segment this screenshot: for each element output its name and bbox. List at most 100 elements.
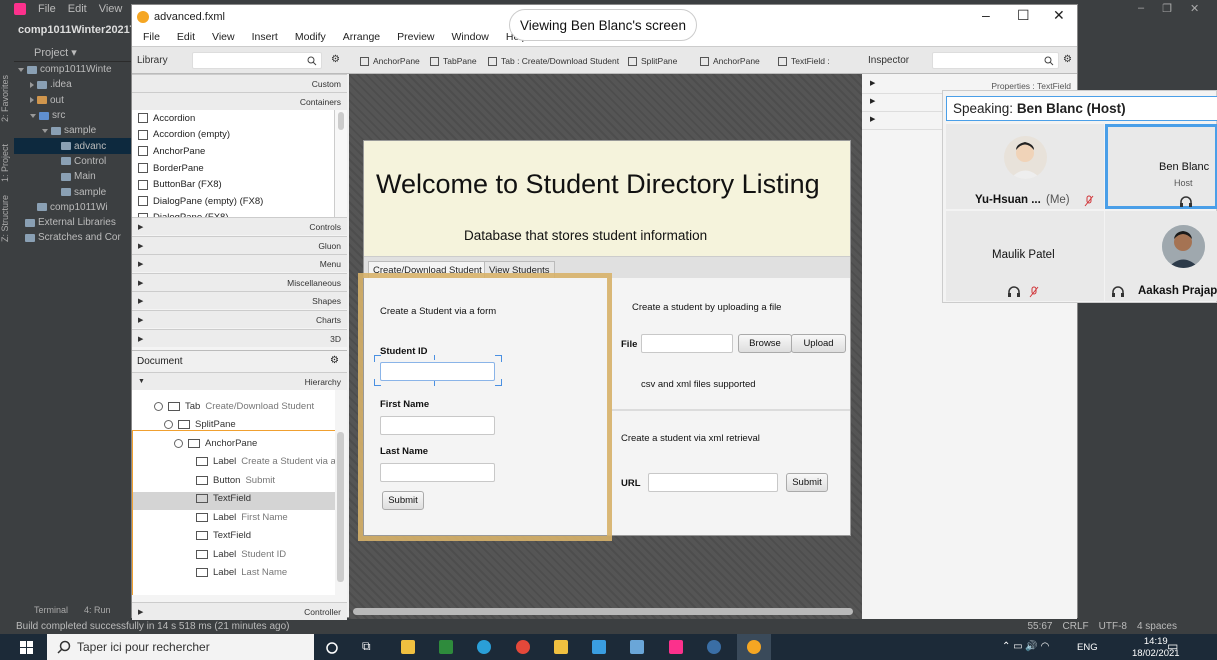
scenebuilder-taskbar-active[interactable]: [737, 634, 771, 660]
status-encoding[interactable]: UTF-8: [1099, 621, 1127, 632]
hierarchy-node[interactable]: Label Student ID: [196, 545, 286, 563]
url-label[interactable]: URL: [621, 478, 641, 489]
hierarchy-node[interactable]: TextField: [196, 490, 256, 508]
breadcrumb-item[interactable]: TabPane: [430, 56, 477, 66]
breadcrumb-item[interactable]: AnchorPane: [360, 56, 420, 66]
library-item[interactable]: AnchorPane: [132, 143, 334, 160]
library-section-custom[interactable]: Custom: [132, 74, 347, 92]
chevron-right-icon[interactable]: [30, 81, 34, 88]
project-tree-item[interactable]: Scratches and Cor: [14, 230, 131, 245]
intellij-icon[interactable]: [669, 640, 683, 654]
project-header[interactable]: Project ▾: [14, 42, 131, 62]
collapse-icon[interactable]: [154, 401, 163, 411]
stage-preview[interactable]: Welcome to Student Directory Listing Dat…: [358, 140, 851, 541]
breadcrumb-item[interactable]: AnchorPane: [700, 56, 760, 66]
chevron-down-icon[interactable]: [30, 113, 36, 118]
collapse-icon[interactable]: [164, 420, 173, 429]
library-item[interactable]: ButtonBar (FX8): [132, 176, 334, 193]
page-subtitle[interactable]: Database that stores student information: [464, 228, 707, 243]
hierarchy-node[interactable]: Label Last Name: [196, 564, 287, 582]
hierarchy-node[interactable]: SplitPane: [164, 416, 241, 434]
menu-arrange[interactable]: Arrange: [343, 31, 380, 46]
library-section-miscellaneous[interactable]: ▶ Miscellaneous: [132, 272, 347, 291]
project-tree-item[interactable]: .idea: [14, 77, 131, 92]
participant-tile[interactable]: Yu-Hsuan ... (Me): [946, 124, 1104, 209]
side-tab-favorites[interactable]: 2: Favorites: [0, 75, 10, 122]
side-tab-project[interactable]: 1: Project: [0, 144, 10, 182]
participant-tile-active-speaker[interactable]: Ben Blanc Host: [1105, 124, 1217, 209]
url-field[interactable]: [648, 473, 778, 492]
library-section-controls[interactable]: ▶ Controls: [132, 217, 347, 235]
participant-tile[interactable]: Aakash Prajapa: [1105, 211, 1217, 301]
status-caret-position[interactable]: 55:67: [1027, 621, 1052, 632]
library-item[interactable]: BorderPane: [132, 160, 334, 177]
menu-edit[interactable]: Edit: [177, 31, 195, 46]
canvas-hscrollbar[interactable]: [353, 608, 853, 615]
system-tray-icons[interactable]: ⌃ ▭ 🔊 ◠: [1002, 641, 1049, 652]
maximize-icon[interactable]: ☐: [1017, 7, 1030, 24]
upload-pane[interactable]: Create a student by uploading a file Fil…: [612, 278, 850, 535]
ide-menu-file[interactable]: File: [38, 3, 56, 15]
library-section-gluon[interactable]: ▶ Gluon: [132, 235, 347, 254]
hierarchy-section[interactable]: ▼ Hierarchy: [132, 372, 347, 390]
gear-icon[interactable]: ⚙: [330, 355, 339, 366]
library-item[interactable]: DialogPane (FX8): [132, 210, 334, 217]
language-indicator[interactable]: ENG: [1077, 642, 1098, 653]
browse-button[interactable]: Browse: [738, 334, 792, 353]
library-scrollbar[interactable]: [335, 110, 347, 217]
page-title[interactable]: Welcome to Student Directory Listing: [376, 169, 820, 200]
library-item[interactable]: Accordion: [132, 110, 334, 127]
menu-view[interactable]: View: [212, 31, 235, 46]
file-label[interactable]: File: [621, 339, 637, 350]
close-icon[interactable]: ✕: [1053, 7, 1065, 24]
windows-start-icon[interactable]: [20, 641, 33, 654]
app-icon[interactable]: [630, 640, 644, 654]
minimize-icon[interactable]: –: [1138, 2, 1144, 18]
chevron-down-icon[interactable]: [18, 67, 24, 72]
supported-formats-label[interactable]: csv and xml files supported: [641, 379, 756, 390]
task-view-icon[interactable]: ⧉: [362, 639, 371, 654]
project-tree-item[interactable]: sample: [14, 184, 131, 199]
file-explorer-icon[interactable]: [554, 640, 568, 654]
hierarchy-node[interactable]: Label Create a Student via a: [196, 453, 335, 471]
library-section-menu[interactable]: ▶ Menu: [132, 254, 347, 273]
inspector-search-input[interactable]: [932, 52, 1059, 69]
status-line-separator[interactable]: CRLF: [1063, 621, 1089, 632]
chevron-down-icon[interactable]: [42, 128, 48, 133]
xml-intro-label[interactable]: Create a student via xml retrieval: [621, 433, 760, 444]
side-tab-structure[interactable]: Z: Structure: [0, 195, 10, 242]
gear-icon[interactable]: ⚙: [1063, 54, 1072, 65]
edge-icon[interactable]: [477, 640, 491, 654]
menu-insert[interactable]: Insert: [252, 31, 278, 46]
project-tree-item[interactable]: Control: [14, 154, 131, 169]
gear-icon[interactable]: ⚙: [331, 54, 340, 65]
notification-icon[interactable]: ▭: [1167, 639, 1178, 653]
vertical-split-divider[interactable]: [612, 409, 850, 411]
project-tree-item[interactable]: out: [14, 93, 131, 108]
hierarchy-node[interactable]: Tab Create/Download Student: [154, 397, 314, 415]
status-indent[interactable]: 4 spaces: [1137, 621, 1177, 632]
project-tree-item[interactable]: advanc: [14, 138, 131, 154]
breadcrumb-item[interactable]: TextField :: [778, 56, 830, 66]
breadcrumb-item[interactable]: SplitPane: [628, 56, 677, 66]
library-section-3d[interactable]: ▶ 3D: [132, 328, 347, 347]
close-icon[interactable]: ✕: [1190, 2, 1199, 18]
notes-app-icon[interactable]: [401, 640, 415, 654]
project-tree-item[interactable]: src: [14, 108, 131, 123]
project-tree-item[interactable]: External Libraries: [14, 215, 131, 230]
hierarchy-vscrollbar[interactable]: [337, 432, 344, 582]
project-tree-item[interactable]: Main: [14, 169, 131, 184]
hierarchy-node[interactable]: TextField: [196, 527, 256, 545]
hierarchy-node[interactable]: Button Submit: [196, 471, 275, 489]
cortana-icon[interactable]: [326, 642, 338, 654]
hierarchy-node[interactable]: Label First Name: [196, 508, 288, 526]
breadcrumb-item[interactable]: Tab : Create/Download Student: [488, 56, 619, 66]
hierarchy-node[interactable]: AnchorPane: [174, 434, 262, 452]
participant-tile[interactable]: Maulik Patel: [946, 211, 1104, 301]
menu-file[interactable]: File: [143, 31, 160, 46]
run-tab[interactable]: 4: Run: [84, 605, 111, 618]
project-tree-item[interactable]: comp1011Wi: [14, 200, 131, 215]
menu-preview[interactable]: Preview: [397, 31, 434, 46]
menu-modify[interactable]: Modify: [295, 31, 326, 46]
menu-window[interactable]: Window: [452, 31, 489, 46]
